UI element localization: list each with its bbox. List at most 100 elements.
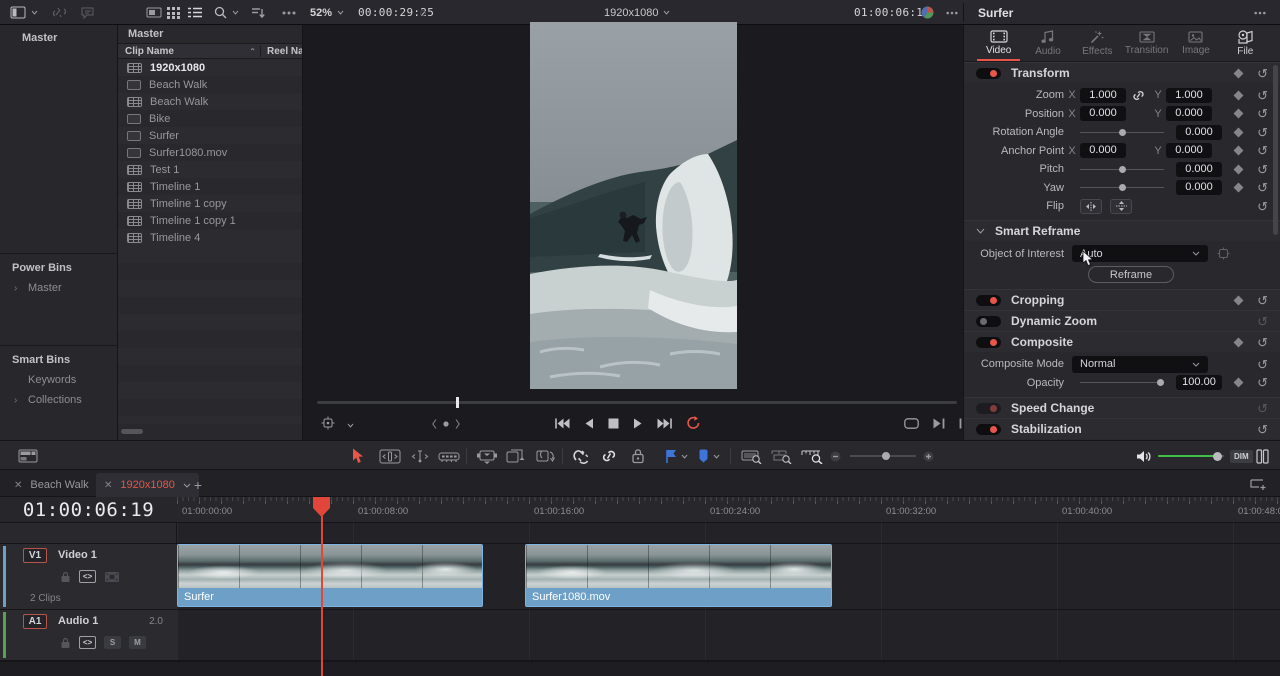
selection-tool-icon[interactable] <box>352 441 364 471</box>
solo-button[interactable]: S <box>104 636 121 649</box>
tab-effects[interactable]: Effects <box>1073 25 1122 61</box>
keyframe-icon[interactable] <box>1234 378 1244 388</box>
pick-object-icon[interactable] <box>1217 247 1230 260</box>
link-xy-icon[interactable] <box>1132 90 1145 101</box>
marker-icon[interactable] <box>698 441 709 471</box>
tab-image[interactable]: Image <box>1171 25 1220 61</box>
cinema-viewer-icon[interactable] <box>904 416 919 434</box>
speed-change-section-header[interactable]: Speed Change ↺ <box>964 397 1280 418</box>
blade-tool-icon[interactable] <box>438 441 460 471</box>
reset-icon[interactable]: ↺ <box>1257 336 1268 349</box>
viewer-more-options-icon[interactable] <box>946 0 958 25</box>
zoom-in-icon[interactable] <box>923 441 934 471</box>
pitch-input[interactable]: 0.000 <box>1176 162 1222 177</box>
timeline-view-icon[interactable] <box>18 441 38 471</box>
list-item[interactable]: Timeline 1 copy 1 <box>118 212 302 229</box>
keyframe-icon[interactable] <box>1234 109 1244 119</box>
audio-track-badge[interactable]: A1 <box>23 614 47 629</box>
reset-icon[interactable]: ↺ <box>1257 67 1268 80</box>
list-item[interactable]: Bike <box>118 110 302 127</box>
close-icon[interactable]: ✕ <box>104 480 112 491</box>
viewer-options-dropdown-icon[interactable] <box>347 423 354 428</box>
expander-icon[interactable]: › <box>14 395 28 406</box>
dynamic-zoom-section-header[interactable]: Dynamic Zoom ↺ <box>964 310 1280 331</box>
flag-dropdown-icon[interactable] <box>681 441 688 471</box>
reframe-button[interactable]: Reframe <box>1088 266 1174 283</box>
smart-bin-collections[interactable]: › Collections <box>0 390 118 410</box>
list-item[interactable]: Beach Walk <box>118 76 302 93</box>
stop-icon[interactable] <box>608 416 619 434</box>
inspector-more-options-icon[interactable] <box>1254 0 1266 25</box>
composite-enable-toggle[interactable] <box>976 337 1001 348</box>
overwrite-clip-icon[interactable] <box>505 441 525 471</box>
list-item[interactable]: 1920x1080 <box>118 59 302 76</box>
sort-icon[interactable] <box>252 0 266 25</box>
keyframe-icon[interactable] <box>1234 127 1244 137</box>
viewer-scrubber[interactable] <box>317 401 957 404</box>
rotation-input[interactable]: 0.000 <box>1176 125 1222 140</box>
add-timeline-tab-button[interactable]: + <box>188 473 208 497</box>
go-to-first-frame-icon[interactable] <box>555 416 570 434</box>
color-managed-icon[interactable] <box>921 0 934 25</box>
media-pool-toggle-icon[interactable] <box>10 0 38 25</box>
mute-button[interactable]: M <box>129 636 146 649</box>
reset-icon[interactable]: ↺ <box>1257 163 1268 176</box>
trim-edit-icon[interactable] <box>379 441 401 471</box>
position-y-input[interactable]: 0.000 <box>1166 106 1212 121</box>
list-item[interactable]: Surfer <box>118 127 302 144</box>
expander-icon[interactable]: › <box>14 283 28 294</box>
keyframe-icon[interactable] <box>1234 146 1244 156</box>
timeline-tab-1920x1080[interactable]: ✕ 1920x1080 <box>96 473 199 497</box>
snapping-magnet-icon[interactable] <box>572 441 589 471</box>
dim-button[interactable]: DIM <box>1230 441 1253 471</box>
list-item[interactable]: Timeline 4 <box>118 229 302 246</box>
reset-icon[interactable]: ↺ <box>1257 358 1268 371</box>
smart-reframe-section-header[interactable]: Smart Reframe <box>964 220 1280 241</box>
list-item[interactable]: Beach Walk <box>118 93 302 110</box>
reset-icon[interactable]: ↺ <box>1257 107 1268 120</box>
linked-selection-icon[interactable] <box>601 441 617 471</box>
timeline-clip-surfer[interactable]: Surfer <box>177 544 483 607</box>
video-frame-surfer[interactable] <box>530 22 737 389</box>
reset-icon[interactable]: ↺ <box>1257 402 1268 415</box>
media-pool-column-headers[interactable]: Clip Name⌃ Reel Name <box>118 43 302 59</box>
tab-video[interactable]: Video <box>974 25 1023 61</box>
play-icon[interactable] <box>633 416 643 434</box>
reset-icon[interactable]: ↺ <box>1257 89 1268 102</box>
search-icon[interactable] <box>214 0 239 25</box>
transform-enable-toggle[interactable] <box>976 68 1001 79</box>
flip-horizontal-button[interactable] <box>1080 199 1102 214</box>
opacity-input[interactable]: 100.00 <box>1176 375 1222 390</box>
media-pool-hscrollbar[interactable] <box>118 429 303 434</box>
timeline-view-options-icon[interactable] <box>1250 470 1267 497</box>
step-back-icon[interactable] <box>584 416 594 434</box>
tab-file[interactable]: File <box>1221 25 1270 61</box>
opacity-slider[interactable] <box>1080 375 1164 390</box>
go-to-last-frame-icon[interactable] <box>657 416 672 434</box>
tab-audio[interactable]: Audio <box>1023 25 1072 61</box>
grid-view-icon[interactable] <box>167 0 180 25</box>
reset-icon[interactable]: ↺ <box>1257 423 1268 436</box>
insert-clip-icon[interactable] <box>476 441 498 471</box>
anchor-y-input[interactable]: 0.000 <box>1166 143 1212 158</box>
zoom-out-icon[interactable] <box>830 441 841 471</box>
jog-wheel-icon[interactable] <box>432 416 460 434</box>
keyframe-icon[interactable] <box>1234 295 1244 305</box>
anchor-x-input[interactable]: 0.000 <box>1080 143 1126 158</box>
yaw-slider[interactable] <box>1080 180 1164 195</box>
zoom-detail-icon[interactable] <box>771 441 792 471</box>
list-item[interactable]: Test 1 <box>118 161 302 178</box>
next-edit-icon[interactable] <box>933 416 945 434</box>
position-lock-icon[interactable] <box>631 441 645 471</box>
bin-root-master[interactable]: Master <box>0 29 117 47</box>
viewer-options-icon[interactable] <box>321 416 335 435</box>
tab-transition[interactable]: Transition <box>1122 25 1171 61</box>
close-icon[interactable]: ✕ <box>14 480 22 491</box>
yaw-input[interactable]: 0.000 <box>1176 180 1222 195</box>
thumbnail-view-icon[interactable] <box>146 0 162 25</box>
reset-icon[interactable]: ↺ <box>1257 181 1268 194</box>
reset-icon[interactable]: ↺ <box>1257 144 1268 157</box>
keyframe-icon[interactable] <box>1234 337 1244 347</box>
list-item[interactable]: Timeline 1 <box>118 178 302 195</box>
sync-bin-icon[interactable] <box>52 0 67 25</box>
